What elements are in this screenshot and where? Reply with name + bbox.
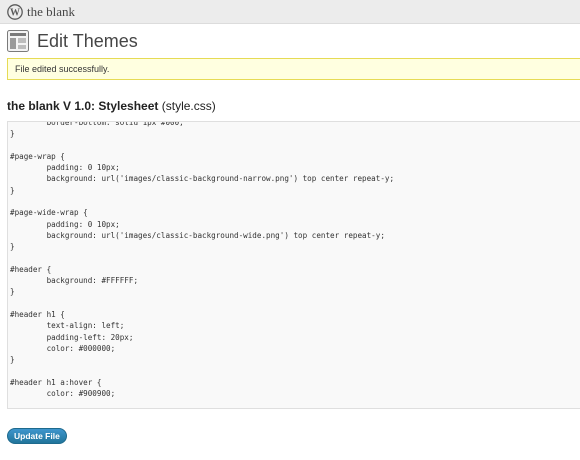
theme-file-title: the blank V 1.0: Stylesheet xyxy=(7,99,159,113)
themes-icon xyxy=(7,30,29,52)
page-title: Edit Themes xyxy=(37,31,138,51)
page-header: Edit Themes xyxy=(0,24,580,58)
file-name: (style.css) xyxy=(161,99,216,113)
success-notice: File edited successfully. xyxy=(7,58,580,80)
code-content: border-bottom: solid 1px #000; } #page-w… xyxy=(10,121,395,399)
svg-text:W: W xyxy=(10,8,20,19)
wordpress-icon[interactable]: W xyxy=(7,4,23,20)
site-name-link[interactable]: the blank xyxy=(27,4,75,20)
update-file-button[interactable]: Update File xyxy=(7,428,67,444)
file-heading: the blank V 1.0: Stylesheet (style.css) xyxy=(7,98,216,114)
admin-bar: W the blank xyxy=(0,0,580,24)
code-editor-textarea[interactable]: border-bottom: solid 1px #000; } #page-w… xyxy=(7,121,580,409)
